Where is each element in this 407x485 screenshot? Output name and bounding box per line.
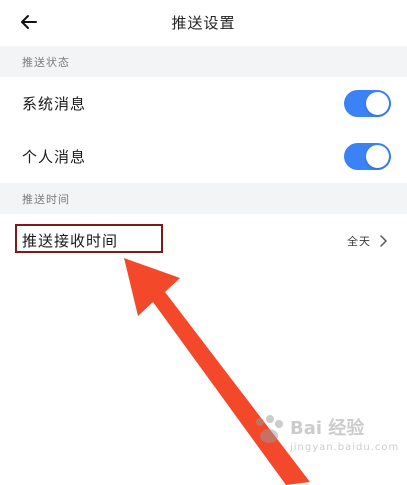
section-header-push-time: 推送时间 — [0, 183, 407, 214]
section-header-push-status: 推送状态 — [0, 46, 407, 77]
back-button[interactable] — [14, 7, 44, 37]
personal-message-toggle[interactable] — [344, 143, 391, 170]
setting-row-receive-time[interactable]: 推送接收时间 全天 — [0, 214, 407, 267]
chevron-right-icon — [380, 234, 387, 247]
setting-row-system-message: 系统消息 — [0, 77, 407, 130]
setting-row-personal-message: 个人消息 — [0, 130, 407, 183]
receive-time-value: 全天 — [347, 234, 371, 248]
toggle-knob — [366, 145, 389, 168]
system-message-label: 系统消息 — [22, 95, 87, 113]
push-settings-screen: 推送设置 推送状态 系统消息 个人消息 推送时间 推送接收时间 全天 Bai 经… — [0, 0, 407, 485]
receive-time-label: 推送接收时间 — [22, 232, 119, 250]
personal-message-label: 个人消息 — [22, 148, 87, 166]
arrow-left-icon — [21, 15, 37, 29]
page-title: 推送设置 — [171, 13, 236, 32]
receive-time-selector[interactable]: 全天 — [347, 233, 387, 249]
watermark-url-text: jingyan.baidu.com — [290, 442, 400, 453]
baidu-jingyan-watermark: Bai 经验 jingyan.baidu.com — [250, 410, 400, 480]
watermark-brand-text: Bai 经验 — [290, 418, 365, 439]
navigation-bar: 推送设置 — [0, 0, 407, 44]
toggle-knob — [366, 92, 389, 115]
system-message-toggle[interactable] — [344, 90, 391, 117]
paw-logo-icon — [256, 415, 283, 443]
